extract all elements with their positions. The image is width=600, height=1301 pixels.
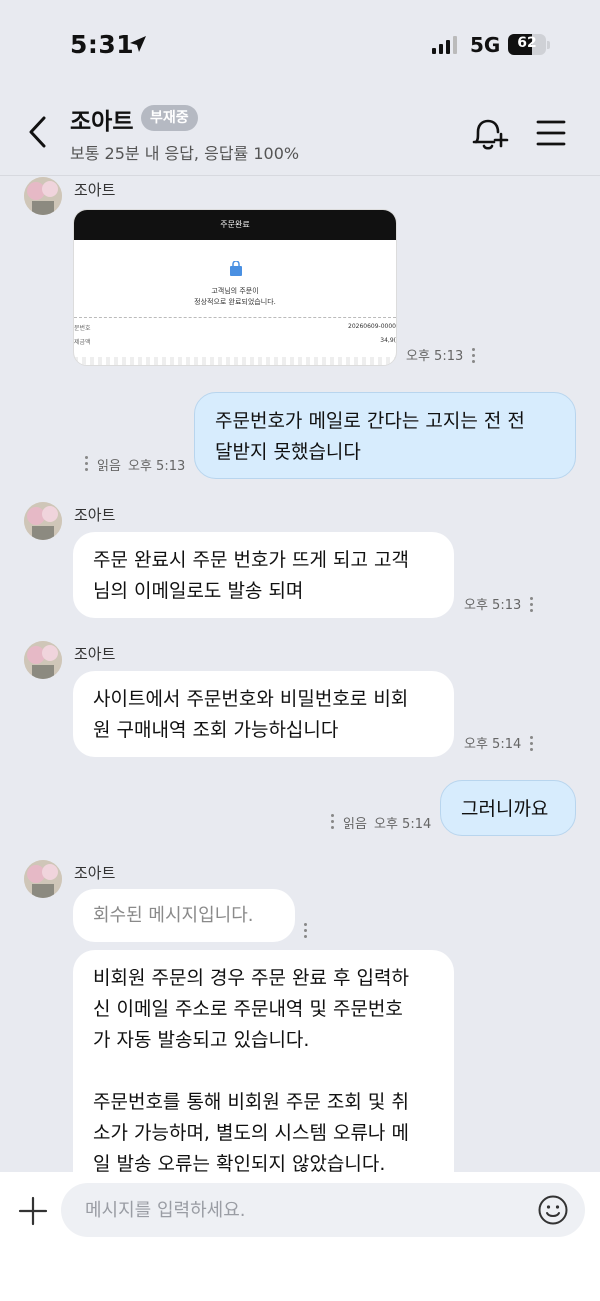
image-row1-label: 문번호 bbox=[74, 325, 91, 332]
plus-icon bbox=[18, 1196, 48, 1226]
message-time: 오후 5:13 bbox=[464, 598, 522, 613]
sender-name: 조아트 bbox=[74, 864, 116, 882]
response-info: 보통 25분 내 응답, 응답률 100% bbox=[70, 144, 300, 163]
avatar[interactable] bbox=[24, 641, 62, 679]
network-label: 5G bbox=[470, 33, 501, 57]
image-divider bbox=[74, 317, 396, 318]
incoming-message[interactable]: 비회원 주문의 경우 주문 완료 후 입력하 신 이메일 주소로 주문내역 및 … bbox=[73, 950, 454, 1172]
receipt-edge bbox=[74, 357, 396, 365]
message-input[interactable] bbox=[61, 1183, 585, 1237]
image-row2-label: 제금액 bbox=[74, 339, 91, 346]
attach-button[interactable] bbox=[17, 1195, 49, 1231]
recalled-message[interactable]: 회수된 메시지입니다. bbox=[73, 889, 295, 942]
message-time: 오후 5:14 bbox=[374, 817, 432, 832]
more-options-icon[interactable] bbox=[85, 456, 88, 474]
menu-button[interactable] bbox=[535, 118, 567, 152]
image-line2: 정상적으로 완료되었습니다. bbox=[194, 298, 276, 306]
message-input-bar bbox=[0, 1172, 600, 1301]
battery-tip bbox=[547, 41, 550, 49]
more-options-icon[interactable] bbox=[331, 814, 334, 832]
outgoing-message[interactable]: 주문번호가 메일로 간다는 고지는 전 전 달받지 못했습니다 bbox=[194, 392, 576, 479]
read-receipt: 읽음 bbox=[343, 817, 367, 832]
order-complete-image[interactable]: 주문완료 고객님의 주문이 정상적으로 완료되었습니다. 문번호 2026060… bbox=[73, 209, 397, 366]
sender-name: 조아트 bbox=[74, 645, 116, 663]
back-chevron-icon bbox=[29, 116, 46, 148]
back-button[interactable] bbox=[24, 114, 56, 150]
battery-icon: 62 bbox=[508, 34, 546, 55]
more-options-icon[interactable] bbox=[530, 597, 533, 615]
incoming-message[interactable]: 주문 완료시 주문 번호가 뜨게 되고 고객 님의 이메일로도 발송 되며 bbox=[73, 532, 454, 618]
chat-header: 조아트 부재중 보통 25분 내 응답, 응답률 100% bbox=[0, 88, 600, 176]
sender-name: 조아트 bbox=[74, 506, 116, 524]
image-line1: 고객님의 주문이 bbox=[211, 287, 259, 295]
status-time: 5:31 bbox=[70, 30, 135, 59]
shopping-bag-icon bbox=[228, 260, 244, 281]
message-list[interactable]: 조아트 주문완료 고객님의 주문이 정상적으로 완료되었습니다. 문번호 202… bbox=[0, 177, 600, 1172]
message-time: 오후 5:14 bbox=[464, 737, 522, 752]
bell-plus-icon bbox=[472, 119, 509, 150]
notification-add-button[interactable] bbox=[468, 114, 510, 158]
more-options-icon[interactable] bbox=[304, 923, 307, 941]
status-badge: 부재중 bbox=[141, 105, 198, 131]
battery-percent: 62 bbox=[517, 35, 537, 51]
signal-bars-icon bbox=[432, 36, 460, 58]
avatar[interactable] bbox=[24, 502, 62, 540]
more-options-icon[interactable] bbox=[472, 348, 475, 366]
message-time: 오후 5:13 bbox=[406, 349, 464, 364]
avatar[interactable] bbox=[24, 177, 62, 215]
avatar[interactable] bbox=[24, 860, 62, 898]
image-row1-value: 20260609-0000 bbox=[348, 323, 396, 330]
chat-title: 조아트 bbox=[70, 109, 134, 135]
emoji-icon bbox=[538, 1195, 568, 1225]
outgoing-message[interactable]: 그러니까요 bbox=[440, 780, 576, 836]
incoming-message[interactable]: 사이트에서 주문번호와 비밀번호로 비회 원 구매내역 조회 가능하십니다 bbox=[73, 671, 454, 757]
emoji-button[interactable] bbox=[537, 1194, 569, 1230]
hamburger-menu-icon bbox=[536, 120, 566, 146]
location-arrow-icon bbox=[128, 34, 148, 58]
status-bar: 5:31 5G 62 bbox=[0, 0, 600, 88]
message-time: 오후 5:13 bbox=[128, 459, 186, 474]
more-options-icon[interactable] bbox=[530, 736, 533, 754]
image-row2-value: 34,9( bbox=[380, 337, 396, 344]
sender-name: 조아트 bbox=[74, 181, 116, 199]
read-receipt: 읽음 bbox=[97, 459, 121, 474]
image-header: 주문완료 bbox=[74, 210, 396, 240]
